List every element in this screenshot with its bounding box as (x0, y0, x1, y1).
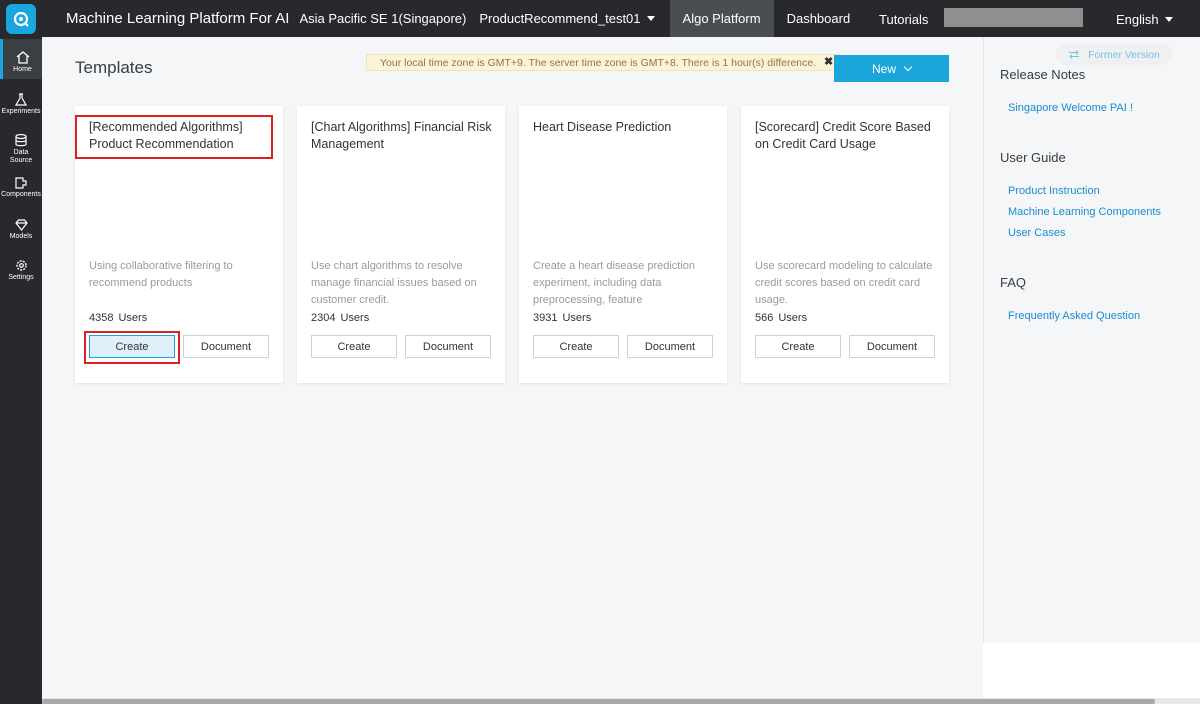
home-icon (16, 51, 29, 64)
users-unit: Users (562, 312, 592, 324)
sidebar-item-label: Models (9, 233, 33, 240)
card-description: Using collaborative filtering to recomme… (89, 260, 233, 289)
faq-heading: FAQ (1000, 275, 1027, 290)
highlight-box-create (84, 331, 180, 364)
release-notes-heading: Release Notes (1000, 67, 1086, 82)
chevron-down-icon (1164, 17, 1173, 22)
users-count: 4358 (89, 312, 114, 324)
top-navigation-bar: Machine Learning Platform For AI Asia Pa… (0, 0, 1200, 37)
sidebar-item-settings[interactable]: Settings (0, 259, 42, 282)
tab-dashboard[interactable]: Dashboard (774, 0, 864, 37)
account-info-redacted[interactable] (944, 8, 1083, 27)
card-title[interactable]: [Scorecard] Credit Score Based on Credit… (755, 119, 940, 153)
project-selector[interactable]: ProductRecommend_test01 (479, 11, 655, 26)
region-selector[interactable]: Asia Pacific SE 1(Singapore) (299, 11, 466, 26)
create-button[interactable]: Create (533, 335, 619, 358)
card-users: 566 Users (755, 312, 807, 324)
database-icon (15, 134, 27, 147)
template-card: [Chart Algorithms] Financial Risk Manage… (297, 106, 505, 383)
tab-algo-platform[interactable]: Algo Platform (669, 0, 774, 37)
user-guide-link[interactable]: Machine Learning Components (1008, 206, 1161, 218)
users-count: 2304 (311, 312, 336, 324)
flask-icon (15, 93, 27, 106)
switch-icon (1069, 50, 1080, 59)
document-button[interactable]: Document (183, 335, 269, 358)
card-description: Create a heart disease prediction experi… (533, 260, 696, 306)
app-title: Machine Learning Platform For AI (66, 10, 290, 27)
sidebar-item-label: Experiments (1, 108, 41, 115)
create-button[interactable]: Create (311, 335, 397, 358)
user-guide-link[interactable]: Product Instruction (1008, 185, 1100, 197)
card-users: 3931 Users (533, 312, 591, 324)
project-name: ProductRecommend_test01 (479, 11, 641, 26)
horizontal-scrollbar[interactable] (42, 699, 1155, 704)
sidebar-item-models[interactable]: Models (0, 219, 42, 241)
logo-icon (6, 3, 36, 34)
document-button[interactable]: Document (627, 335, 713, 358)
sidebar-item-label: Data Source (9, 149, 33, 164)
release-note-link[interactable]: Singapore Welcome PAI ! (1008, 102, 1133, 114)
user-guide-link[interactable]: User Cases (1008, 227, 1065, 239)
page-title: Templates (75, 58, 153, 77)
sidebar-item-experiments[interactable]: Experiments (0, 93, 42, 116)
card-description: Use chart algorithms to resolve manage f… (311, 260, 477, 306)
platform-logo[interactable] (0, 0, 42, 37)
new-button[interactable]: New (834, 55, 949, 82)
card-description: Use scorecard modeling to calculate cred… (755, 260, 933, 306)
card-title[interactable]: Heart Disease Prediction (533, 119, 718, 136)
gear-icon (15, 260, 27, 271)
sidebar-item-label: Settings (8, 274, 34, 281)
highlight-box-title (75, 115, 273, 159)
language-selector[interactable]: English (1116, 12, 1173, 27)
close-icon[interactable]: ✖ (824, 55, 833, 68)
card-title[interactable]: [Chart Algorithms] Financial Risk Manage… (311, 119, 496, 153)
diamond-icon (14, 219, 28, 231)
users-count: 566 (755, 312, 774, 324)
chevron-down-icon (903, 62, 913, 72)
users-unit: Users (340, 312, 370, 324)
chevron-down-icon (646, 16, 655, 21)
tutorials-link[interactable]: Tutorials (879, 12, 928, 27)
language-label: English (1116, 12, 1159, 27)
faq-link[interactable]: Frequently Asked Question (1008, 310, 1140, 322)
sidebar: Home Experiments Data Source Components … (0, 37, 42, 704)
users-unit: Users (118, 312, 148, 324)
card-users: 2304 Users (311, 312, 369, 324)
template-card: [Scorecard] Credit Score Based on Credit… (741, 106, 949, 383)
right-panel (983, 37, 1200, 643)
card-users: 4358 Users (89, 312, 147, 324)
sidebar-item-label: Components (1, 191, 41, 198)
user-guide-heading: User Guide (1000, 150, 1066, 165)
template-card: Heart Disease Prediction Create a heart … (519, 106, 727, 383)
create-button[interactable]: Create (755, 335, 841, 358)
sidebar-item-data-source[interactable]: Data Source (0, 134, 42, 165)
sidebar-item-components[interactable]: Components (0, 177, 42, 199)
former-version-label: Former Version (1088, 48, 1160, 61)
component-icon (14, 177, 27, 189)
new-button-label: New (871, 61, 896, 76)
sidebar-item-home[interactable]: Home (0, 39, 42, 79)
document-button[interactable]: Document (849, 335, 935, 358)
users-unit: Users (778, 312, 808, 324)
timezone-notice: Your local time zone is GMT+9. The serve… (366, 54, 840, 71)
document-button[interactable]: Document (405, 335, 491, 358)
users-count: 3931 (533, 312, 558, 324)
former-version-button[interactable]: Former Version (1056, 44, 1172, 65)
sidebar-item-label: Home (13, 66, 32, 73)
